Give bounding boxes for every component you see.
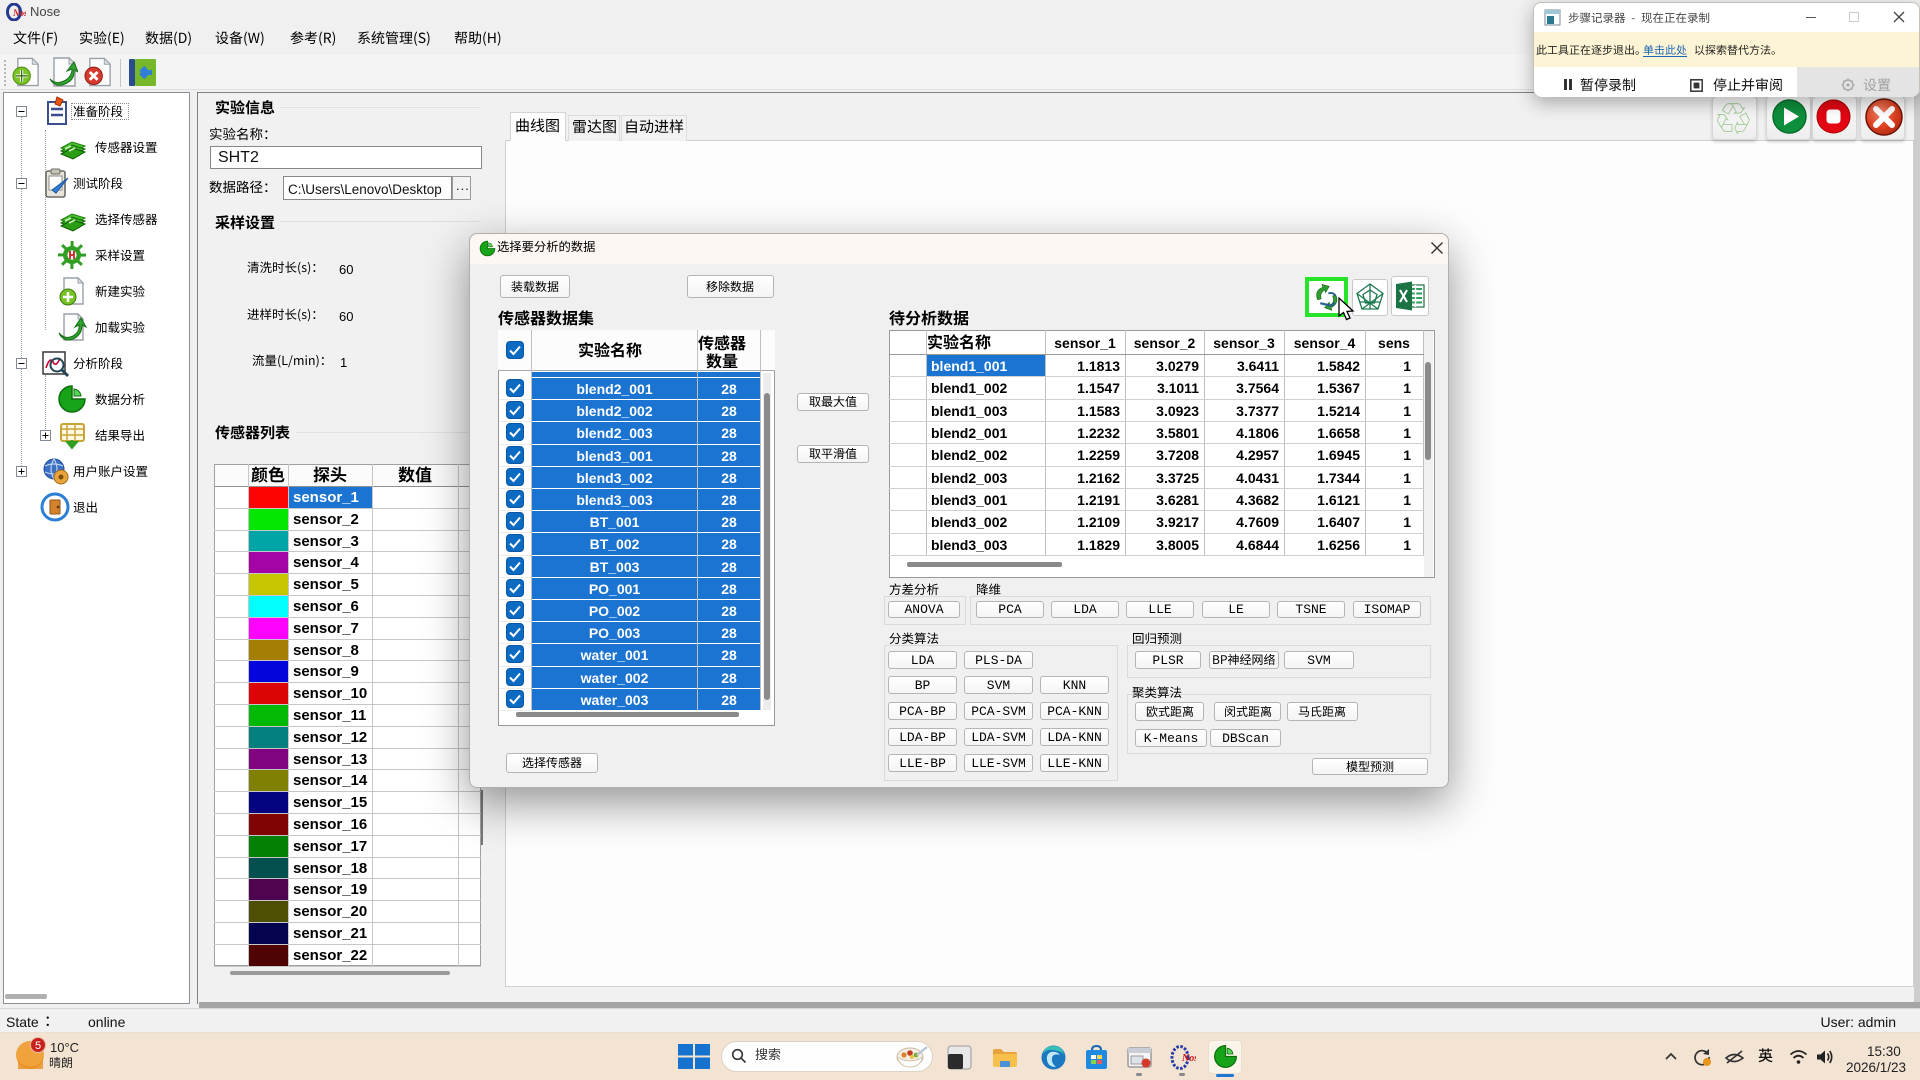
svg-text:Nose: Nose bbox=[12, 8, 26, 18]
svg-text:5: 5 bbox=[35, 1040, 41, 1052]
svg-text:Nose: Nose bbox=[1181, 1053, 1196, 1064]
